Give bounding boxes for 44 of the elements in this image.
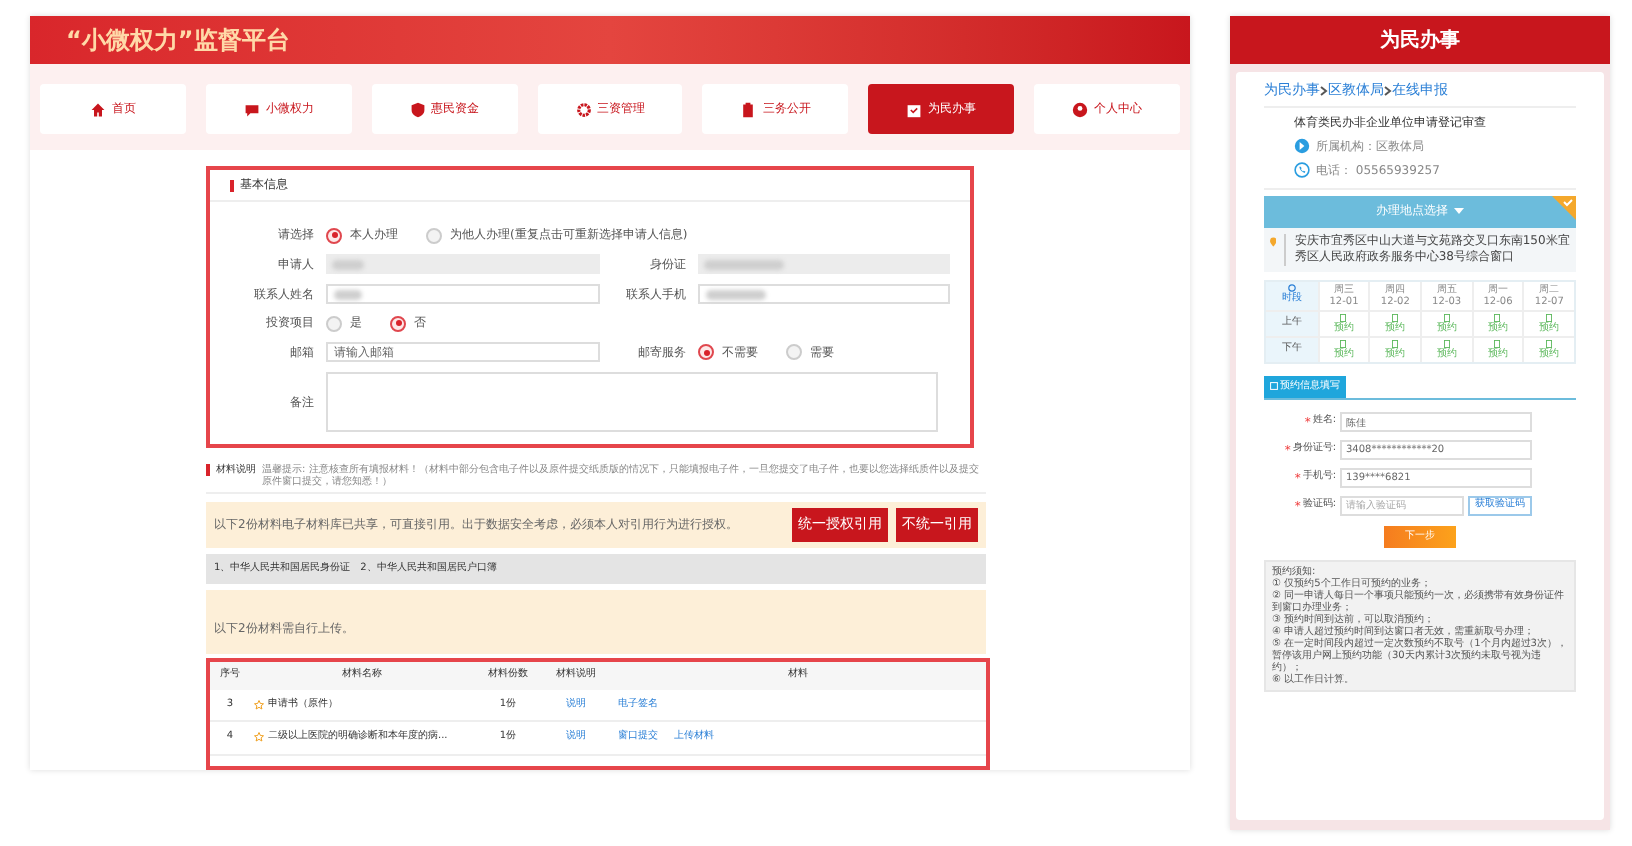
form-icon bbox=[1270, 382, 1278, 391]
star-icon bbox=[254, 699, 264, 710]
shield-icon bbox=[409, 101, 426, 117]
mobile-title: 为民办事 bbox=[1380, 27, 1460, 55]
check-corner-icon bbox=[1552, 195, 1576, 219]
home-icon bbox=[89, 101, 106, 117]
radio-button[interactable] bbox=[698, 344, 714, 360]
bookable-icon bbox=[1443, 339, 1450, 347]
caret-icon bbox=[1454, 208, 1464, 214]
input-field[interactable] bbox=[326, 254, 600, 274]
input-field[interactable] bbox=[698, 284, 950, 304]
platform-title: “小微权力”监督平台 bbox=[66, 24, 290, 58]
bookable-icon bbox=[1443, 313, 1450, 321]
radio-button[interactable] bbox=[326, 315, 342, 331]
location-pin-icon bbox=[1270, 233, 1277, 249]
redacted-value bbox=[334, 289, 362, 299]
bookable-icon bbox=[1494, 313, 1501, 321]
bookable-icon bbox=[1340, 313, 1347, 321]
star-icon bbox=[254, 732, 264, 743]
chevron-icon bbox=[1320, 85, 1328, 96]
bookable-icon bbox=[1494, 339, 1501, 347]
input-field[interactable] bbox=[698, 254, 950, 274]
chevron-icon bbox=[1384, 85, 1392, 96]
gear-icon bbox=[575, 101, 591, 117]
radio-button[interactable] bbox=[390, 315, 406, 331]
bookable-icon bbox=[1340, 339, 1347, 347]
clock-icon bbox=[1287, 283, 1296, 291]
radio-button[interactable] bbox=[786, 344, 802, 360]
redacted-value bbox=[332, 259, 364, 269]
bookable-icon bbox=[1392, 339, 1399, 347]
remarks-textarea[interactable] bbox=[326, 372, 938, 432]
input-field[interactable] bbox=[326, 284, 600, 304]
bookable-icon bbox=[1392, 313, 1399, 321]
chat-icon bbox=[243, 101, 260, 117]
user-icon bbox=[1072, 101, 1089, 117]
bookable-icon bbox=[1546, 339, 1553, 347]
calendar-icon bbox=[906, 101, 923, 117]
radio-button[interactable] bbox=[426, 227, 442, 243]
redacted-value bbox=[704, 259, 784, 269]
redacted-value bbox=[706, 289, 766, 299]
radio-button[interactable] bbox=[326, 227, 342, 243]
phone-icon bbox=[1294, 162, 1310, 178]
bookable-icon bbox=[1546, 313, 1553, 321]
clipboard-icon bbox=[740, 101, 757, 117]
